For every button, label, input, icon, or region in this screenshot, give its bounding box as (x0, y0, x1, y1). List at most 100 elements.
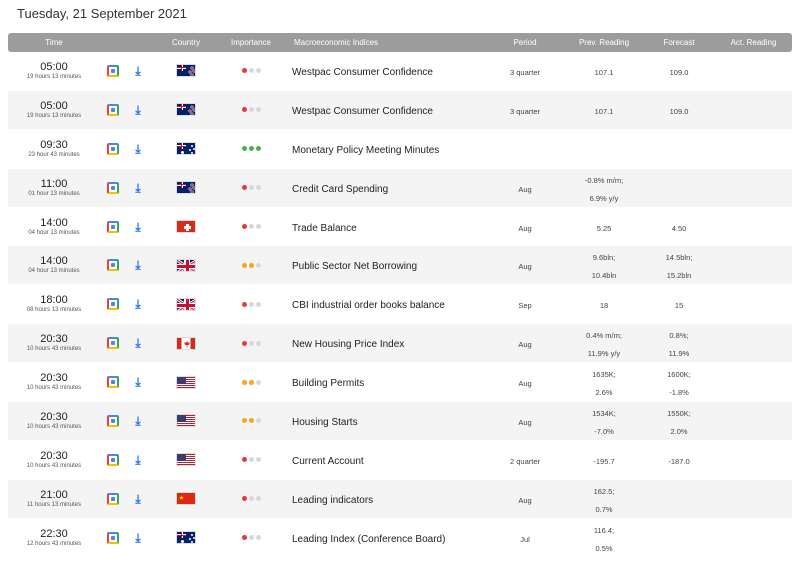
download-icon[interactable]: ⤓ (135, 493, 140, 505)
table-row[interactable]: 09:30 23 hour 43 minutes ⤓ Monetary Policy … (8, 129, 792, 169)
forecast-value: 15 (674, 301, 684, 311)
importance-dot (241, 185, 247, 191)
indicator-name[interactable]: Building Permits (292, 378, 364, 389)
table-row[interactable]: 20:30 10 hours 43 minutes ⤓ Current Account… (8, 440, 792, 480)
table-row[interactable]: 14:00 04 hour 13 minutes ⤓ Public Sector Ne… (8, 246, 792, 286)
download-icon[interactable]: ⤓ (135, 454, 140, 466)
importance-dot (255, 146, 261, 152)
google-calendar-icon[interactable] (107, 259, 119, 272)
download-icon[interactable]: ⤓ (135, 221, 140, 233)
importance-dot (241, 262, 247, 268)
google-calendar-icon[interactable] (107, 492, 119, 505)
time-cell: 11:00 01 hour 13 minutes (8, 178, 100, 198)
google-calendar-icon[interactable] (107, 414, 119, 427)
time-cell: 22:30 12 hours 43 minutes (8, 528, 100, 548)
importance-cell (222, 496, 280, 502)
prev-reading-value: -195.7 (593, 456, 615, 466)
google-calendar-icon[interactable] (107, 103, 119, 116)
indicator-name[interactable]: CBI industrial order books balance (292, 300, 445, 311)
table-row[interactable]: 20:30 10 hours 43 minutes ⤓ Housing Starts A… (8, 402, 792, 441)
download-icon[interactable]: ⤓ (135, 376, 140, 388)
indicator-name[interactable]: Current Account (292, 456, 364, 467)
google-calendar-icon[interactable] (107, 376, 119, 389)
download-icon[interactable]: ⤓ (135, 143, 140, 155)
event-time: 20:30 (40, 333, 68, 346)
time-cell: 05:00 19 hours 13 minutes (8, 100, 100, 120)
indicator-name[interactable]: Credit Card Spending (292, 184, 388, 195)
prev-reading-value: 0.4% m/m; 11.9% y/y (586, 331, 622, 359)
event-time: 09:30 (40, 138, 68, 151)
header-time[interactable]: Time (8, 38, 100, 47)
google-calendar-icon[interactable] (107, 531, 119, 544)
download-icon[interactable]: ⤓ (135, 532, 140, 544)
united-states-flag-icon (176, 453, 196, 467)
table-row[interactable]: 20:30 10 hours 43 minutes ⤓ Building Permit… (8, 363, 792, 403)
indicator-name[interactable]: Housing Starts (292, 417, 358, 428)
download-icon[interactable]: ⤓ (135, 182, 140, 194)
country-cell (150, 64, 222, 78)
indicator-name[interactable]: Public Sector Net Borrowing (292, 261, 417, 272)
indicator-name[interactable]: Leading indicators (292, 495, 373, 506)
header-country[interactable]: Country (150, 38, 222, 47)
country-cell (150, 375, 222, 389)
header-prev-reading[interactable]: Prev. Reading (565, 38, 643, 47)
header-actual-reading[interactable]: Act. Reading (715, 38, 792, 47)
event-time: 20:30 (40, 372, 68, 385)
header-forecast[interactable]: Forecast (643, 38, 715, 47)
importance-dot (248, 535, 254, 541)
google-calendar-icon[interactable] (107, 337, 119, 350)
time-remaining: 19 hours 13 minutes (26, 112, 82, 119)
period-value: Aug (518, 379, 532, 389)
period-value: Aug (518, 495, 532, 505)
indicator-name[interactable]: Monetary Policy Meeting Minutes (292, 145, 439, 156)
prev-reading-value: 5.25 (596, 223, 612, 233)
table-row[interactable]: 05:00 19 hours 13 minutes ⤓ Westpac Consume… (8, 52, 792, 91)
google-calendar-icon[interactable] (107, 220, 119, 233)
download-icon[interactable]: ⤓ (135, 259, 140, 271)
indicator-name[interactable]: Westpac Consumer Confidence (292, 106, 433, 117)
importance-dot (241, 107, 247, 113)
table-row[interactable]: 22:30 12 hours 43 minutes ⤓ Leading Index (… (8, 518, 792, 558)
importance-indicator (241, 301, 261, 307)
event-time: 21:00 (40, 488, 68, 501)
indicator-name[interactable]: Trade Balance (292, 223, 357, 234)
google-calendar-icon[interactable] (107, 64, 119, 77)
table-row[interactable]: 18:00 08 hours 13 minutes ⤓ CBI industrial … (8, 285, 792, 325)
table-row[interactable]: 14:00 04 hour 13 minutes ⤓ Trade Balance Aug… (8, 207, 792, 247)
time-cell: 20:30 10 hours 43 minutes (8, 333, 100, 353)
importance-cell (222, 418, 280, 424)
event-time: 14:00 (40, 216, 68, 229)
download-icon[interactable]: ⤓ (135, 65, 140, 77)
indicator-name[interactable]: Leading Index (Conference Board) (292, 534, 445, 545)
google-calendar-icon[interactable] (107, 181, 119, 194)
header-importance[interactable]: Importance (222, 38, 280, 47)
download-icon[interactable]: ⤓ (135, 415, 140, 427)
download-icon[interactable]: ⤓ (135, 337, 140, 349)
google-calendar-icon[interactable] (107, 142, 119, 155)
prev-reading-value: 162.5; 0.7% (593, 486, 615, 514)
event-time: 18:00 (40, 294, 68, 307)
indicator-name[interactable]: Westpac Consumer Confidence (292, 67, 433, 78)
table-row[interactable]: 21:00 11 hours 13 minutes ⤓ Leading indicat… (8, 479, 792, 519)
download-icon[interactable]: ⤓ (135, 104, 140, 116)
google-calendar-icon[interactable] (107, 298, 119, 311)
importance-cell (222, 301, 280, 307)
download-icon[interactable]: ⤓ (135, 298, 140, 310)
importance-cell (222, 107, 280, 113)
time-remaining: 04 hour 13 minutes (28, 229, 80, 236)
forecast-value: 109.0 (669, 106, 689, 116)
time-remaining: 10 hours 43 minutes (26, 462, 82, 469)
country-cell (150, 258, 222, 272)
table-row[interactable]: 05:00 19 hours 13 minutes ⤓ Westpac Consume… (8, 90, 792, 130)
prev-reading-value: 1635K; 2.6% (592, 370, 616, 398)
time-remaining: 04 hour 13 minutes (28, 268, 80, 275)
google-calendar-icon[interactable] (107, 453, 119, 466)
forecast-value: 0.8%; 11.9% (668, 331, 690, 359)
header-indices[interactable]: Macroeconomic Indices (280, 38, 485, 47)
importance-dot (248, 301, 254, 307)
table-row[interactable]: 20:30 10 hours 43 minutes ⤓ New Housing Pri… (8, 324, 792, 364)
new-zealand-flag-icon (176, 103, 196, 117)
header-period[interactable]: Period (485, 38, 565, 47)
table-row[interactable]: 11:00 01 hour 13 minutes ⤓ Credit Card Spen… (8, 168, 792, 208)
indicator-name[interactable]: New Housing Price Index (292, 339, 404, 350)
